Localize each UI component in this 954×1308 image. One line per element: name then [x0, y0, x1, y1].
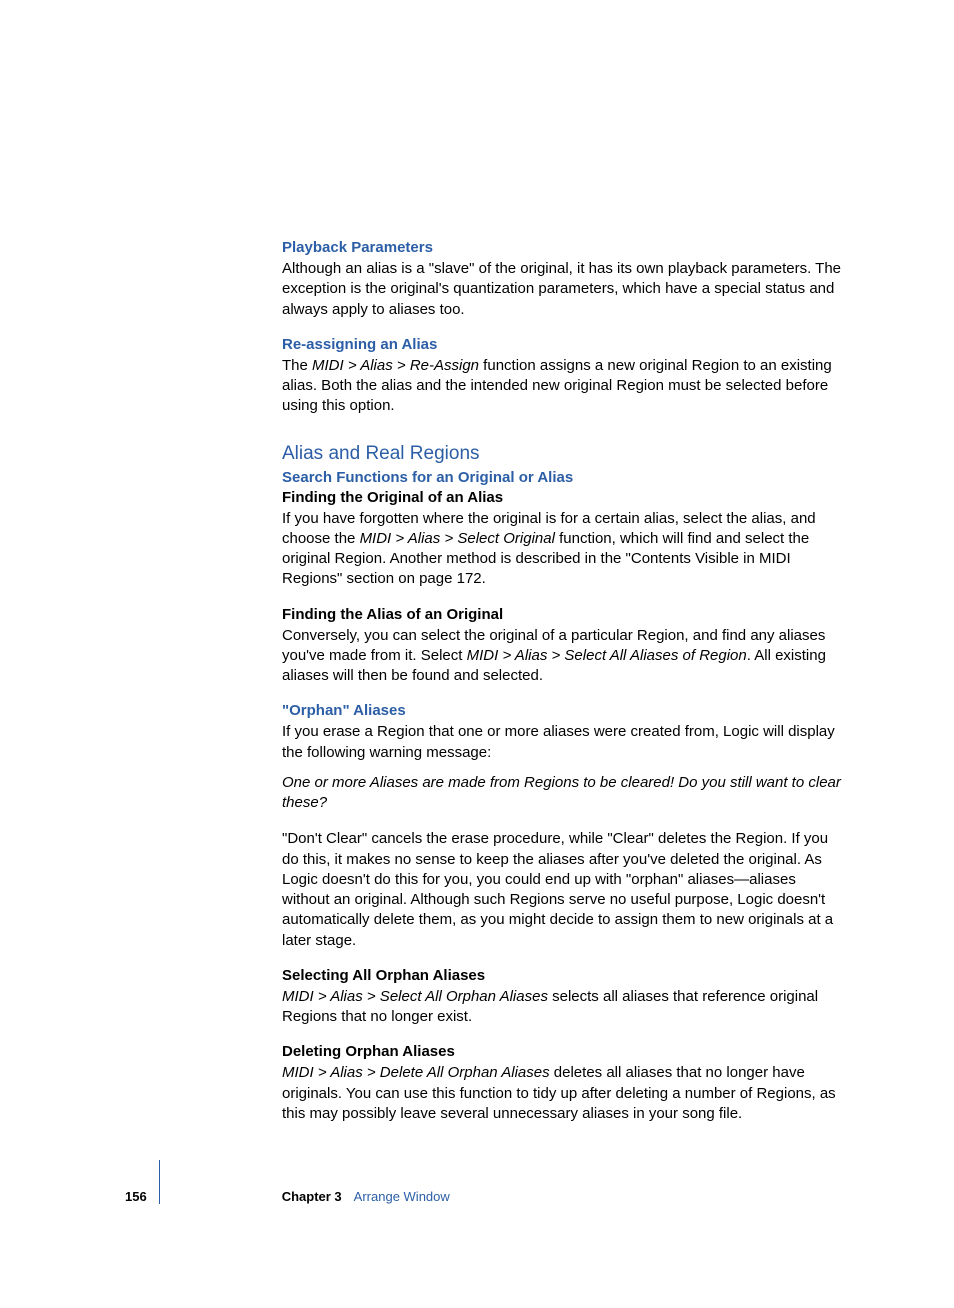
text-fragment: The	[282, 357, 312, 374]
page-number: 156	[125, 1189, 147, 1204]
body-playback-parameters: Although an alias is a "slave" of the or…	[282, 259, 842, 320]
menu-path-italic: MIDI > Alias > Re-Assign	[312, 357, 479, 374]
body-deleting-orphan: MIDI > Alias > Delete All Orphan Aliases…	[282, 1063, 842, 1124]
page-content: Playback Parameters Although an alias is…	[282, 239, 842, 1140]
menu-path-italic: MIDI > Alias > Delete All Orphan Aliases	[282, 1064, 550, 1081]
body-reassigning-alias: The MIDI > Alias > Re-Assign function as…	[282, 356, 842, 417]
heading-orphan-aliases: "Orphan" Aliases	[282, 702, 842, 719]
chapter-label: Chapter 3	[282, 1189, 342, 1204]
body-selecting-orphan: MIDI > Alias > Select All Orphan Aliases…	[282, 987, 842, 1028]
menu-path-italic: MIDI > Alias > Select All Orphan Aliases	[282, 988, 548, 1005]
footer-divider	[159, 1160, 160, 1204]
body-finding-original: If you have forgotten where the original…	[282, 509, 842, 590]
heading-playback-parameters: Playback Parameters	[282, 239, 842, 256]
heading-reassigning-alias: Re-assigning an Alias	[282, 336, 842, 353]
heading-search-functions: Search Functions for an Original or Alia…	[282, 469, 842, 486]
menu-path-italic: MIDI > Alias > Select Original	[360, 530, 555, 547]
heading-deleting-orphan: Deleting Orphan Aliases	[282, 1043, 842, 1060]
heading-alias-real-regions: Alias and Real Regions	[282, 443, 842, 465]
body-orphan-intro: If you erase a Region that one or more a…	[282, 722, 842, 763]
body-orphan-explanation: "Don't Clear" cancels the erase procedur…	[282, 829, 842, 951]
body-finding-alias: Conversely, you can select the original …	[282, 626, 842, 687]
chapter-title: Arrange Window	[354, 1189, 450, 1204]
heading-finding-original: Finding the Original of an Alias	[282, 489, 842, 506]
heading-finding-alias: Finding the Alias of an Original	[282, 606, 842, 623]
menu-path-italic: MIDI > Alias > Select All Aliases of Reg…	[467, 647, 747, 664]
heading-selecting-orphan: Selecting All Orphan Aliases	[282, 967, 842, 984]
warning-message-italic: One or more Aliases are made from Region…	[282, 773, 842, 814]
page-footer: 156 Chapter 3 Arrange Window	[125, 1174, 845, 1218]
